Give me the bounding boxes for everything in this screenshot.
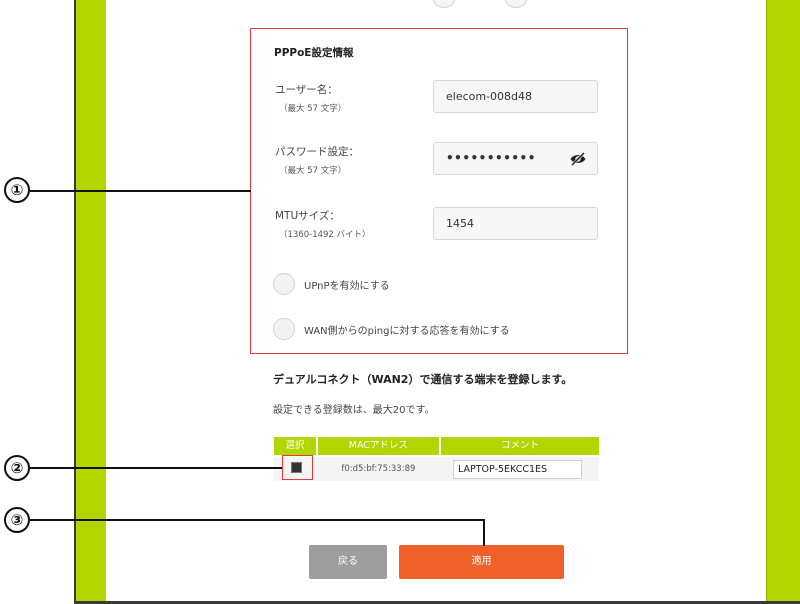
top-radio-option-2[interactable] <box>504 0 528 8</box>
right-accent-bar <box>766 0 800 604</box>
callout-2: ② <box>4 455 30 481</box>
left-accent-bar <box>74 0 106 604</box>
ping-toggle-label: WAN側からのpingに対する応答を有効にする <box>304 325 510 337</box>
username-hint: （最大 57 文字） <box>279 104 347 114</box>
password-masked-value: ••••••••••• <box>446 151 536 165</box>
callout-2-leader <box>30 467 282 469</box>
upnp-toggle[interactable] <box>273 273 295 295</box>
callout-1-leader <box>30 190 251 192</box>
dual-connect-description: 設定できる登録数は、最大20です。 <box>273 405 435 416</box>
ping-response-toggle[interactable] <box>273 318 295 340</box>
mac-address-table: 選択 MACアドレス コメント f0:d5:bf:75:33:89 LAPTOP… <box>274 437 599 481</box>
dual-connect-title: デュアルコネクト（WAN2）で通信する端末を登録します。 <box>273 373 573 386</box>
callout-3-leader-v <box>483 519 485 546</box>
header-comment: コメント <box>440 437 599 455</box>
callout-1: ① <box>4 177 30 203</box>
header-mac-address: MACアドレス <box>317 437 439 455</box>
pppoe-section-title: PPPoE設定情報 <box>274 47 354 59</box>
checkbox-highlight-box <box>282 455 313 480</box>
comment-cell: LAPTOP-5EKCC1ES <box>441 459 599 479</box>
comment-input[interactable]: LAPTOP-5EKCC1ES <box>452 459 582 479</box>
ping-toggle-row[interactable]: WAN側からのpingに対する応答を有効にする <box>273 318 510 340</box>
mtu-hint: （1360-1492 バイト） <box>279 230 371 240</box>
mtu-label: MTUサイズ： <box>275 210 340 222</box>
header-select: 選択 <box>274 437 316 455</box>
table-header: 選択 MACアドレス コメント <box>274 437 599 455</box>
username-label: ユーザー名： <box>275 84 338 96</box>
password-hint: （最大 57 文字） <box>279 166 347 176</box>
username-input[interactable]: elecom-008d48 <box>433 80 598 113</box>
upnp-toggle-row[interactable]: UPnPを有効にする <box>273 273 390 295</box>
callout-3: ③ <box>4 507 30 533</box>
pppoe-settings-panel: PPPoE設定情報 ユーザー名： （最大 57 文字） elecom-008d4… <box>250 28 628 354</box>
password-label: パスワード設定： <box>275 146 359 158</box>
upnp-toggle-label: UPnPを有効にする <box>304 280 390 292</box>
password-input[interactable]: ••••••••••• <box>433 142 598 175</box>
mac-address-cell: f0:d5:bf:75:33:89 <box>341 464 416 474</box>
callout-3-leader-h <box>30 519 484 521</box>
back-button[interactable]: 戻る <box>309 545 387 579</box>
eye-slash-icon[interactable] <box>569 151 587 167</box>
table-row: f0:d5:bf:75:33:89 LAPTOP-5EKCC1ES <box>274 457 599 481</box>
apply-button[interactable]: 適用 <box>399 545 564 579</box>
top-radio-option-1[interactable] <box>432 0 456 8</box>
mtu-input[interactable]: 1454 <box>433 207 598 240</box>
